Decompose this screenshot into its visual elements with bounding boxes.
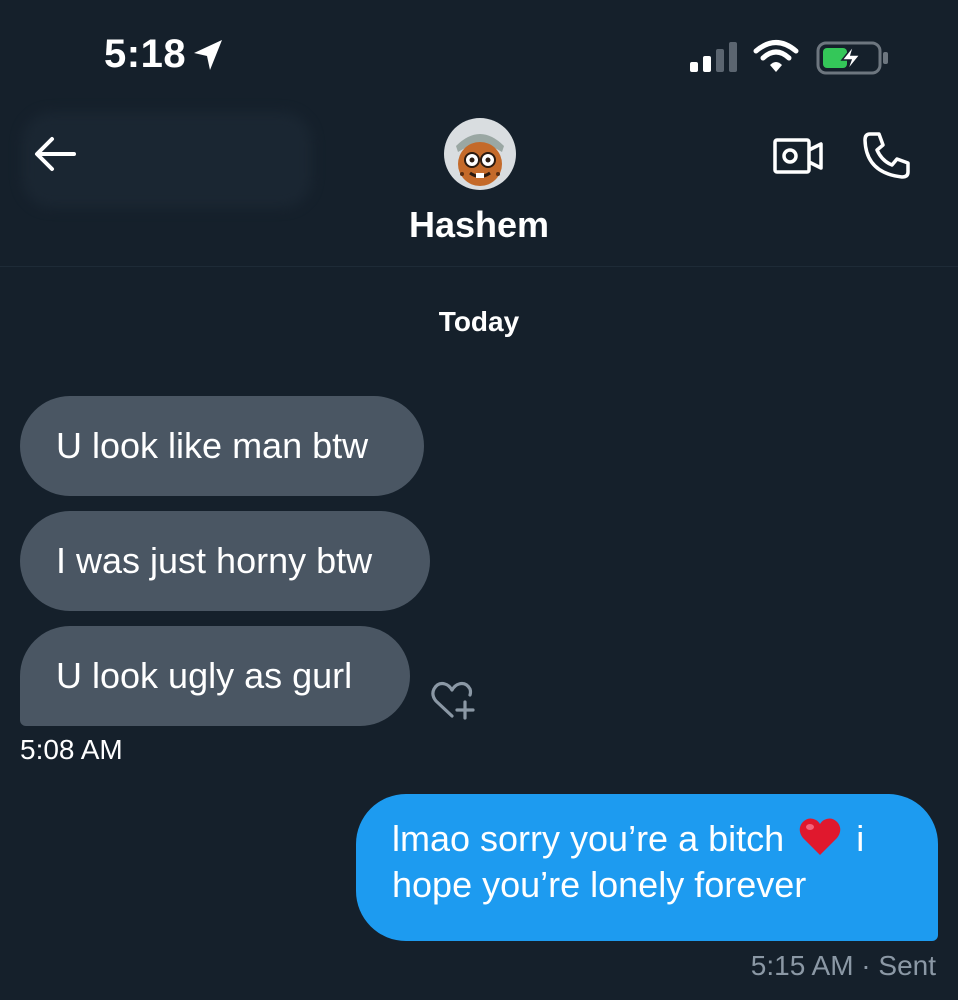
wifi-icon xyxy=(753,40,799,72)
message-text: U look ugly as gurl xyxy=(56,655,353,696)
day-separator: Today xyxy=(438,306,520,337)
location-arrow-icon xyxy=(194,40,222,70)
voice-call-button[interactable] xyxy=(862,130,912,180)
incoming-timestamp: 5:08 AM xyxy=(20,734,123,765)
add-reaction-button[interactable] xyxy=(430,680,478,722)
outgoing-status: 5:15 AM · Sent xyxy=(750,950,936,981)
red-heart-icon xyxy=(799,818,841,855)
header-divider xyxy=(0,266,958,267)
video-call-button[interactable] xyxy=(772,136,824,176)
message-text: U look like man btw xyxy=(56,425,369,466)
contact-avatar[interactable] xyxy=(444,118,516,190)
heart-plus-icon xyxy=(431,681,475,720)
outgoing-message[interactable]: lmao sorry you’re a bitch i hope you’re … xyxy=(356,794,938,941)
contact-name[interactable]: Hashem xyxy=(0,204,958,246)
phone-icon xyxy=(863,132,910,179)
back-button[interactable] xyxy=(32,134,78,174)
cellular-signal-icon xyxy=(690,42,737,72)
video-camera-icon xyxy=(773,138,823,174)
battery-charging-icon xyxy=(816,41,888,75)
incoming-message[interactable]: U look ugly as gurl xyxy=(20,626,410,726)
arrow-left-icon xyxy=(35,137,76,171)
incoming-message[interactable]: U look like man btw xyxy=(20,396,424,496)
message-text: I was just horny btw xyxy=(56,540,373,581)
incoming-message[interactable]: I was just horny btw xyxy=(20,511,430,611)
status-time: 5:18 xyxy=(104,32,187,76)
message-text: lmao sorry you’re a bitch xyxy=(392,818,785,859)
